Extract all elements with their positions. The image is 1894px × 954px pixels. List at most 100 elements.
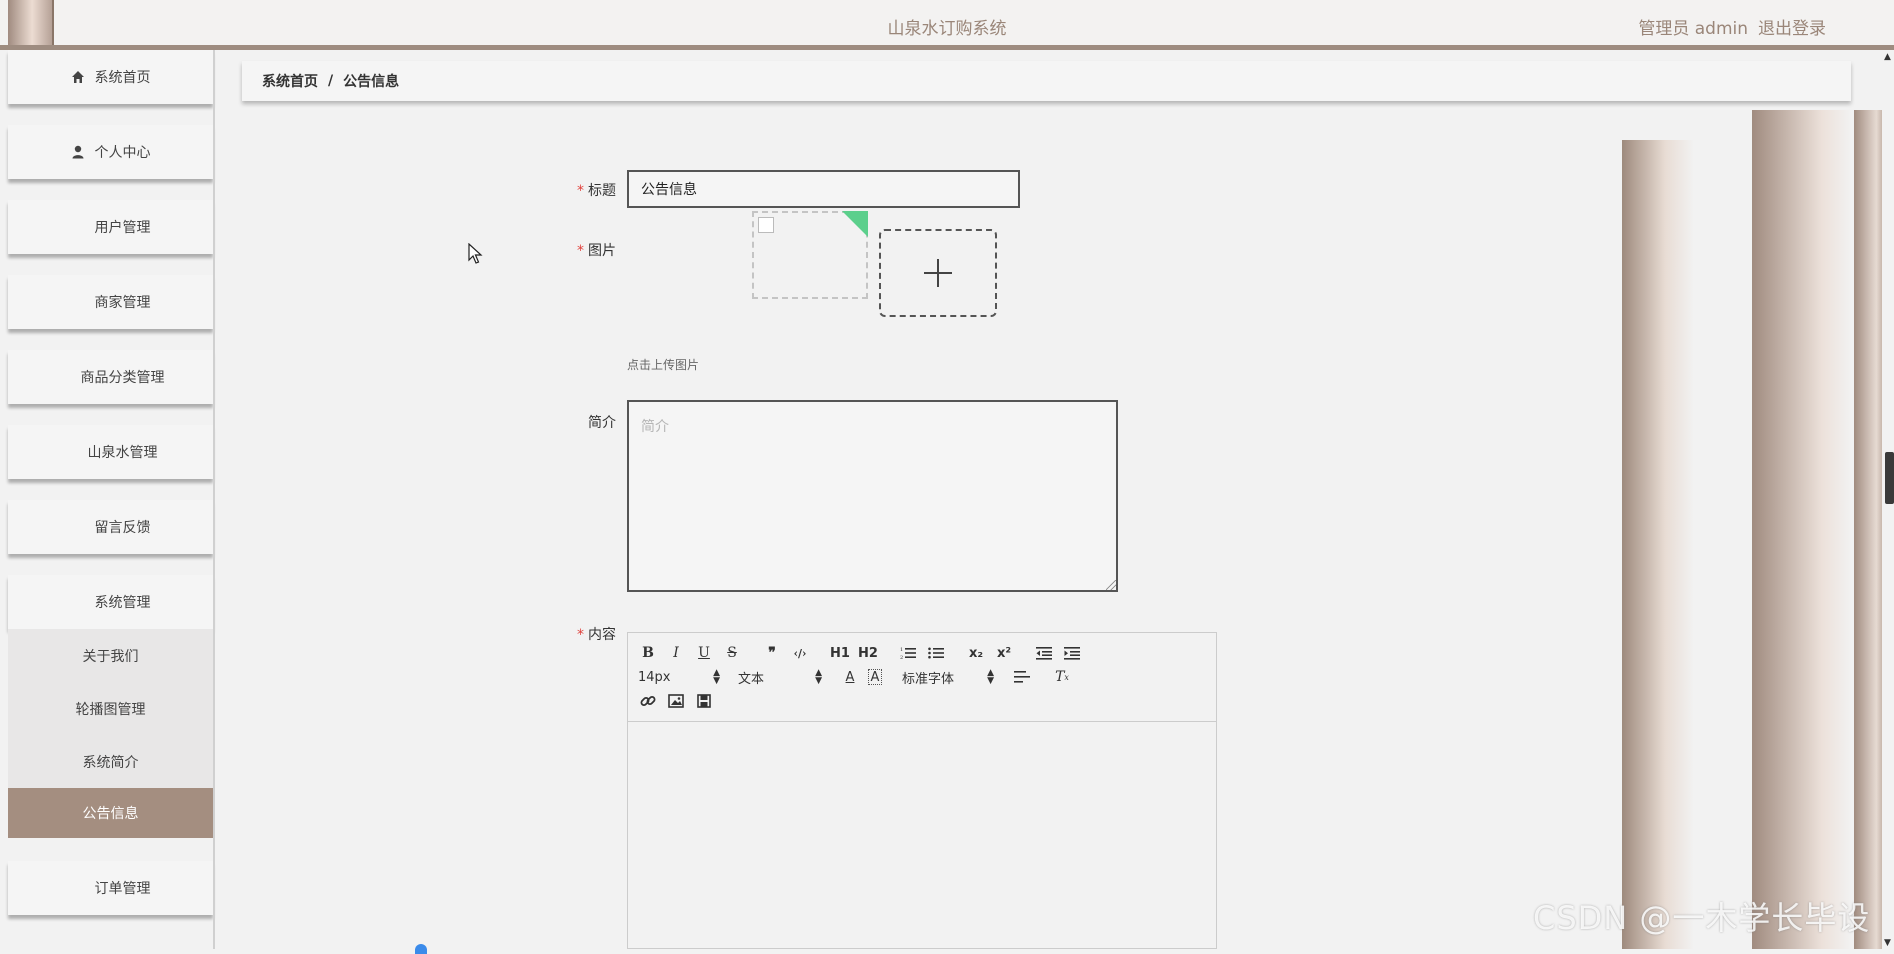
upload-image-button[interactable] (879, 229, 997, 317)
app-title: 山泉水订购系统 (887, 19, 1007, 39)
upload-success-tag (842, 211, 868, 237)
floating-indicator (415, 944, 427, 954)
content-label-text: 内容 (588, 627, 616, 643)
image-icon[interactable] (666, 691, 686, 711)
indent-icon[interactable] (1062, 643, 1082, 663)
image-label-text: 图片 (588, 243, 616, 259)
svg-text:1: 1 (900, 647, 903, 653)
font-family-select[interactable]: 标准字体 ▲ ▼ (902, 668, 994, 687)
bold-button[interactable]: B (638, 643, 658, 663)
breadcrumb-separator: / (328, 73, 334, 89)
sidebar-item-users[interactable]: 用户管理 (8, 200, 213, 254)
h2-button[interactable]: H2 (858, 643, 878, 663)
video-icon[interactable] (694, 691, 714, 711)
toolbar-row: 14px ▲ ▼ 文本 ▲ ▼ A A 标准字体 ▲ ▼ Tx (638, 667, 1080, 687)
resize-handle[interactable] (1106, 580, 1116, 590)
title-label: * 标题 (536, 180, 616, 200)
editor-toolbar: B I U S ❞ ‹/› H1 H2 12 x₂ x² 14px ▲ ▼ 文本… (628, 633, 1216, 722)
required-mark: * (577, 627, 584, 643)
font-family-value: 标准字体 (902, 671, 955, 687)
code-button[interactable]: ‹/› (790, 643, 810, 663)
watermark: CSDN @一木学长毕设 (1533, 899, 1871, 937)
sidebar-item-home[interactable]: 系统首页 (8, 50, 213, 104)
grid-icon (57, 370, 71, 384)
top-bar: 山泉水订购系统 管理员 admin 退出登录 (0, 0, 1894, 50)
toolbar-row (638, 691, 722, 711)
sidebar-item-feedback[interactable]: 留言反馈 (8, 500, 213, 554)
sidebar-divider (213, 50, 215, 949)
scroll-up-arrow[interactable]: ▲ (1884, 52, 1891, 62)
grid-icon (71, 881, 85, 895)
sidebar-item-orders[interactable]: 订单管理 (8, 861, 213, 915)
h1-button[interactable]: H1 (830, 643, 850, 663)
intro-label-text: 简介 (588, 415, 616, 431)
font-size-value: 14px (638, 669, 671, 685)
sidebar-subitem-label: 轮播图管理 (75, 701, 146, 718)
select-arrows-icon: ▲ ▼ (713, 668, 720, 686)
grid-icon (64, 445, 78, 459)
sidebar-item-system[interactable]: 系统管理 (8, 575, 213, 629)
scroll-down-arrow[interactable]: ▼ (1884, 938, 1891, 948)
mouse-cursor-icon (468, 243, 483, 264)
title-label-text: 标题 (588, 183, 616, 199)
sidebar-subitem-intro[interactable]: 系统简介 (8, 735, 213, 789)
link-icon[interactable] (638, 691, 658, 711)
sidebar-item-profile[interactable]: 个人中心 (8, 125, 213, 179)
image-thumbnail[interactable] (752, 211, 868, 299)
home-icon (71, 71, 84, 83)
outdent-icon[interactable] (1034, 643, 1054, 663)
sidebar-item-label: 商家管理 (94, 295, 151, 311)
current-user: 管理员 admin (1638, 19, 1748, 39)
scrollbar-thumb[interactable] (1885, 452, 1894, 504)
sidebar-subitem-about[interactable]: 关于我们 (8, 629, 213, 683)
sidebar-item-label: 商品分类管理 (80, 370, 165, 386)
sidebar-subitem-label: 公告信息 (82, 806, 139, 822)
bullet-list-icon[interactable] (926, 643, 946, 663)
sidebar-item-label: 系统首页 (94, 70, 151, 86)
font-color-icon[interactable]: A (840, 667, 860, 687)
grid-icon (71, 520, 85, 534)
title-input[interactable] (627, 170, 1020, 208)
sidebar-item-label: 山泉水管理 (87, 445, 158, 461)
sidebar: 系统首页 个人中心 用户管理 商家管理 商品分类管理 山泉水管理 留言反馈 系统… (8, 50, 215, 949)
rich-text-editor: B I U S ❞ ‹/› H1 H2 12 x₂ x² 14px ▲ ▼ 文本… (627, 632, 1217, 949)
underline-button[interactable]: U (694, 643, 714, 663)
breadcrumb: 系统首页 / 公告信息 (242, 61, 1851, 101)
grid-icon (71, 220, 85, 234)
sidebar-subitem-carousel[interactable]: 轮播图管理 (8, 682, 213, 736)
select-arrows-icon: ▲ ▼ (815, 668, 822, 686)
subscript-button[interactable]: x₂ (966, 643, 986, 663)
toolbar-row: B I U S ❞ ‹/› H1 H2 12 x₂ x² (638, 643, 1090, 663)
sidebar-item-label: 系统管理 (94, 595, 151, 611)
breadcrumb-home[interactable]: 系统首页 (262, 71, 318, 91)
sidebar-item-label: 个人中心 (94, 145, 151, 161)
decorative-panel (1752, 110, 1852, 949)
user-icon (72, 145, 83, 159)
sidebar-item-categories[interactable]: 商品分类管理 (8, 350, 213, 404)
broken-image-icon (758, 217, 774, 233)
text-style-value: 文本 (738, 671, 765, 687)
background-color-icon[interactable]: A (868, 669, 882, 685)
logout-link[interactable]: 退出登录 (1758, 19, 1826, 39)
ordered-list-icon[interactable]: 12 (898, 643, 918, 663)
upload-tip: 点击上传图片 (627, 358, 700, 372)
grid-icon (71, 295, 85, 309)
strike-button[interactable]: S (722, 643, 742, 663)
user-area: 管理员 admin 退出登录 (1628, 14, 1826, 39)
editor-content-area[interactable] (628, 722, 1216, 948)
image-label: * 图片 (536, 240, 616, 260)
font-size-select[interactable]: 14px ▲ ▼ (638, 668, 720, 686)
sidebar-subitem-notice[interactable]: 公告信息 (8, 788, 213, 838)
intro-textarea[interactable] (627, 400, 1118, 592)
align-left-icon[interactable] (1012, 667, 1032, 687)
sidebar-item-merchants[interactable]: 商家管理 (8, 275, 213, 329)
sidebar-subitem-label: 系统简介 (82, 754, 139, 771)
content-label: * 内容 (536, 624, 616, 644)
italic-button[interactable]: I (666, 643, 686, 663)
superscript-button[interactable]: x² (994, 643, 1014, 663)
clear-format-icon[interactable]: Tx (1052, 667, 1072, 687)
sidebar-item-water[interactable]: 山泉水管理 (8, 425, 213, 479)
decorative-panel (1854, 110, 1882, 949)
text-style-select[interactable]: 文本 ▲ ▼ (738, 668, 822, 687)
quote-button[interactable]: ❞ (762, 643, 782, 663)
